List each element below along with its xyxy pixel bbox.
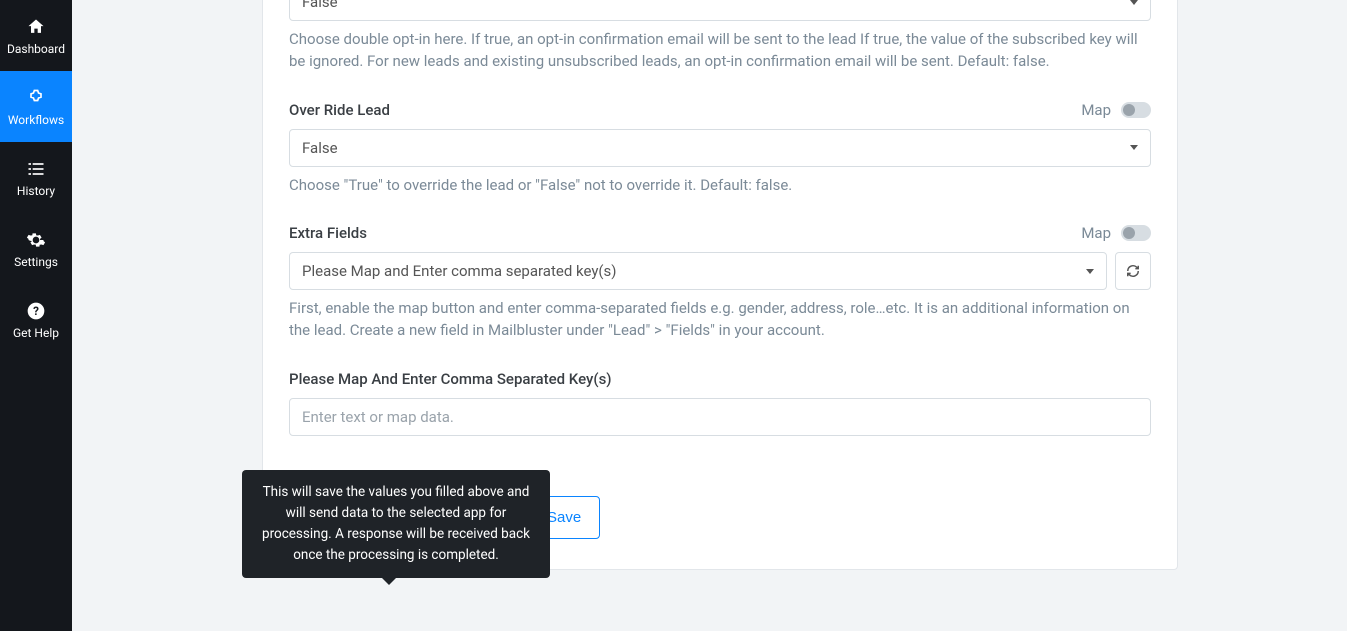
- tooltip: This will save the values you filled abo…: [242, 470, 550, 578]
- help-text: First, enable the map button and enter c…: [289, 298, 1151, 342]
- field-override-lead: Over Ride Lead Map False Choose "True" t…: [289, 101, 1151, 197]
- sidebar-item-settings[interactable]: Settings: [0, 213, 72, 284]
- home-icon: [26, 17, 46, 37]
- select-value: False: [302, 0, 338, 11]
- map-label: Map: [1081, 224, 1111, 242]
- sidebar-item-label: Workflows: [8, 114, 64, 126]
- sidebar-item-history[interactable]: History: [0, 142, 72, 213]
- map-control: Map: [1081, 101, 1151, 119]
- svg-text:?: ?: [33, 304, 39, 318]
- refresh-icon: [1126, 264, 1140, 278]
- sidebar-item-label: Get Help: [13, 327, 59, 339]
- sidebar-item-label: Dashboard: [7, 43, 65, 55]
- sidebar-item-label: History: [17, 185, 55, 197]
- help-text: Choose double opt-in here. If true, an o…: [289, 29, 1151, 73]
- combo-placeholder: Please Map and Enter comma separated key…: [302, 262, 617, 280]
- field-label: Extra Fields: [289, 224, 367, 242]
- list-icon: [26, 159, 46, 179]
- chevron-down-icon: [1130, 0, 1138, 5]
- sidebar-item-workflows[interactable]: Workflows: [0, 71, 72, 142]
- field-label: Please Map And Enter Comma Separated Key…: [289, 370, 612, 388]
- map-toggle[interactable]: [1121, 102, 1151, 118]
- chevron-down-icon: [1086, 269, 1094, 274]
- chevron-down-icon: [1130, 145, 1138, 150]
- override-lead-select[interactable]: False: [289, 129, 1151, 167]
- map-toggle[interactable]: [1121, 225, 1151, 241]
- gear-icon: [26, 230, 46, 250]
- field-label: Over Ride Lead: [289, 101, 390, 119]
- help-icon: ?: [26, 301, 46, 321]
- field-extra-fields: Extra Fields Map Please Map and Enter co…: [289, 224, 1151, 342]
- main-area: False Choose double opt-in here. If true…: [72, 0, 1347, 631]
- workflows-icon: [26, 88, 46, 108]
- refresh-button[interactable]: [1115, 252, 1151, 290]
- comma-keys-input[interactable]: Enter text or map data.: [289, 398, 1151, 436]
- sidebar: Dashboard Workflows History Settings ? G…: [0, 0, 72, 631]
- sidebar-item-dashboard[interactable]: Dashboard: [0, 0, 72, 71]
- double-opt-in-select[interactable]: False: [289, 0, 1151, 21]
- extra-fields-combo[interactable]: Please Map and Enter comma separated key…: [289, 252, 1107, 290]
- field-comma-keys: Please Map And Enter Comma Separated Key…: [289, 370, 1151, 436]
- help-text: Choose "True" to override the lead or "F…: [289, 175, 1151, 197]
- field-double-opt-in: False Choose double opt-in here. If true…: [289, 0, 1151, 73]
- sidebar-item-label: Settings: [14, 256, 58, 268]
- select-value: False: [302, 139, 338, 157]
- sidebar-item-help[interactable]: ? Get Help: [0, 284, 72, 355]
- map-control: Map: [1081, 224, 1151, 242]
- input-placeholder: Enter text or map data.: [302, 408, 454, 426]
- map-label: Map: [1081, 101, 1111, 119]
